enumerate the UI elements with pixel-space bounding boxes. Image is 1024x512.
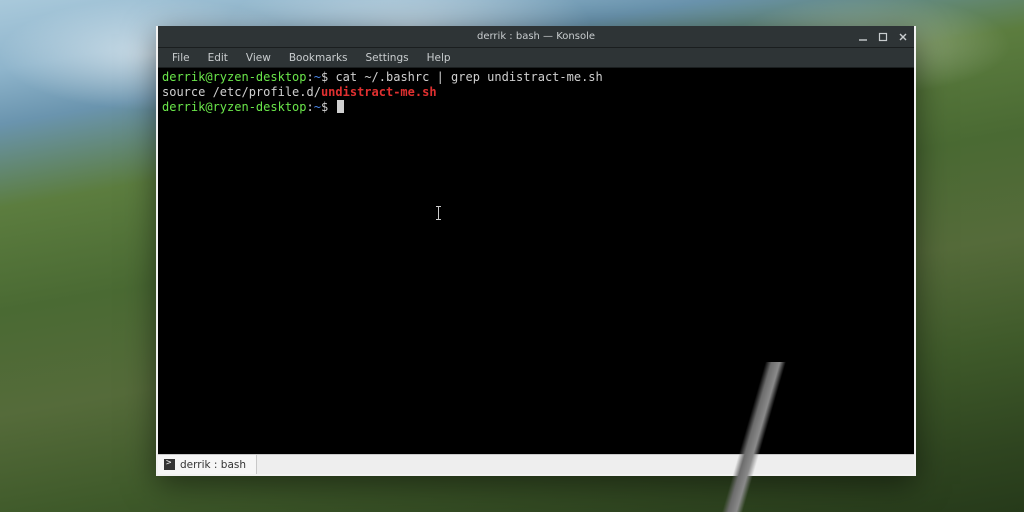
command-text: cat ~/.bashrc | grep undistract-me.sh (335, 70, 602, 84)
prompt-userhost: derrik@ryzen-desktop (162, 100, 307, 114)
terminal-area[interactable]: derrik@ryzen-desktop:~$ cat ~/.bashrc | … (158, 68, 914, 454)
menu-bookmarks[interactable]: Bookmarks (281, 50, 356, 66)
menu-edit[interactable]: Edit (200, 50, 236, 66)
prompt-symbol: $ (321, 70, 328, 84)
menu-settings[interactable]: Settings (358, 50, 417, 66)
konsole-window: derrik : bash — Konsole File Edit View B… (156, 26, 916, 476)
menu-help[interactable]: Help (419, 50, 459, 66)
block-cursor-icon (337, 100, 344, 113)
menu-view[interactable]: View (238, 50, 279, 66)
prompt-path: ~ (314, 100, 321, 114)
prompt-symbol: $ (321, 100, 328, 114)
prompt-userhost: derrik@ryzen-desktop (162, 70, 307, 84)
prompt-colon: : (307, 100, 314, 114)
prompt-path: ~ (314, 70, 321, 84)
window-title: derrik : bash — Konsole (158, 31, 914, 42)
terminal-line: derrik@ryzen-desktop:~$ (162, 100, 910, 115)
window-controls (856, 26, 910, 47)
tab-label: derrik : bash (180, 459, 246, 471)
close-button[interactable] (896, 30, 910, 44)
terminal-line: source /etc/profile.d/undistract-me.sh (162, 85, 910, 100)
output-prefix: source /etc/profile.d/ (162, 85, 321, 99)
text-cursor-icon (438, 206, 439, 220)
terminal-icon (164, 459, 175, 470)
tabbar: derrik : bash (158, 454, 914, 474)
titlebar[interactable]: derrik : bash — Konsole (158, 26, 914, 48)
minimize-button[interactable] (856, 30, 870, 44)
prompt-colon: : (307, 70, 314, 84)
menu-file[interactable]: File (164, 50, 198, 66)
output-match: undistract-me.sh (321, 85, 437, 99)
menubar: File Edit View Bookmarks Settings Help (158, 48, 914, 68)
terminal-line: derrik@ryzen-desktop:~$ cat ~/.bashrc | … (162, 70, 910, 85)
tab-terminal[interactable]: derrik : bash (158, 455, 257, 474)
maximize-button[interactable] (876, 30, 890, 44)
